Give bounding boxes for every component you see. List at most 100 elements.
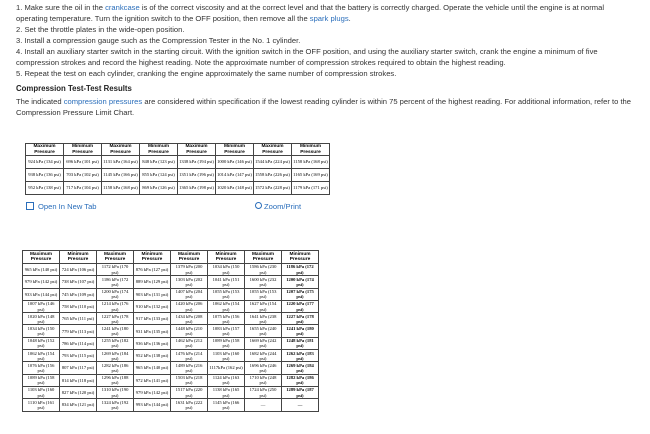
table-cell: 1034 kPa (150 psi) [207, 262, 245, 277]
table-cell: 1476 kPa (214 psi) [170, 349, 208, 363]
results-heading: Compression Test-Test Results [16, 84, 132, 93]
column-header: Minimum Pressure [63, 143, 102, 156]
column-header: Minimum Pressure [291, 143, 330, 156]
table-row: 1048 kPa (152 psi) 786 kPa (114 psi) 1255 … [22, 336, 319, 351]
table-cell: 1179 kPa (171 psi) [291, 181, 330, 195]
magnifier-icon [255, 202, 262, 209]
step-4: 4. Install an auxiliary starter switch i… [16, 47, 598, 67]
table-row: 933 kPa (144 psi) 745 kPa (109 psi) 1200 k… [22, 287, 319, 301]
table-cell: 814 kPa (118 psi) [59, 373, 97, 387]
table-cell: 1696 kPa (246 psi) [244, 361, 282, 375]
step-1-text-3: . [348, 14, 351, 23]
table-cell: 1020 kPa (148 psi) [22, 312, 60, 326]
table-cell: 1145 kPa (166 psi) [101, 168, 140, 182]
table-cell: 1124 kPa (163 psi) [207, 373, 245, 387]
column-header: Maximum Pressure [25, 143, 64, 156]
table-cell: 793 kPa (115 psi) [59, 349, 97, 363]
table-cell: 703 kPa (102 psi) [63, 168, 102, 182]
table-cell: 1324 kPa (192 psi) [96, 398, 134, 412]
table-cell: 876 kPa (127 psi) [133, 262, 171, 277]
spark-plugs-link[interactable]: spark plugs [310, 14, 349, 23]
column-header: Maximum Pressure [244, 250, 282, 264]
table-cell: 1462 kPa (212 psi) [170, 336, 208, 351]
table-cell: 1282 kPa (186 psi) [281, 373, 319, 387]
zoom-print-link[interactable]: Zoom/Print [255, 202, 301, 211]
table-cell: 724 kPa (106 psi) [59, 262, 97, 277]
table-row: 1103 kPa (160 psi) 827 kPa (120 psi) 1310 … [22, 385, 319, 400]
open-in-new-tab-link[interactable]: Open In New Tab [26, 202, 97, 211]
column-header: Maximum Pressure [22, 250, 60, 264]
table-cell: 1407 kPa (204 psi) [170, 287, 208, 301]
table-row: 1110 kPa (161 psi) 834 kPa (121 psi) 1324 … [22, 398, 319, 412]
table-cell: 1103 kPa (160 psi) [22, 385, 60, 400]
table-cell: 1269 kPa (184 psi) [281, 361, 319, 375]
compression-pressures-link[interactable]: compression pressures [64, 97, 143, 106]
column-header: Maximum Pressure [177, 143, 216, 156]
table-cell: 1000 kPa (146 psi) [215, 155, 254, 169]
procedure-steps: 1. Make sure the oil in the crankcase is… [16, 2, 636, 79]
table-cell: 938 kPa (136 psi) [25, 168, 64, 182]
table-cell: 1682 kPa (244 psi) [244, 349, 282, 363]
table-cell: 1076 kPa (156 psi) [22, 361, 60, 375]
table-cell: 1724 kPa (250 psi) [244, 385, 282, 400]
table-cell: 1669 kPa (242 psi) [244, 336, 282, 351]
table-cell: 993 kPa (144 psi) [133, 398, 171, 412]
table-cell: 1710 kPa (248 psi) [244, 373, 282, 387]
table-row: 952 kPa (138 psi) 717 kPa (104 psi) 1158 k… [25, 181, 330, 195]
column-header: Maximum Pressure [96, 250, 134, 264]
table-row: 938 kPa (136 psi) 703 kPa (102 psi) 1145 k… [25, 168, 330, 182]
external-window-icon [26, 202, 34, 210]
table-row: 1020 kPa (148 psi) 765 kPa (111 psi) 1227 … [22, 312, 319, 326]
table-row: 1076 kPa (156 psi) 807 kPa (117 psi) 1282 … [22, 361, 319, 375]
column-header: Minimum Pressure [281, 250, 319, 264]
table-cell: 1103 kPa (160 psi) [207, 349, 245, 363]
column-header: Maximum Pressure [170, 250, 208, 264]
table-cell: 779 kPa (113 psi) [59, 324, 97, 338]
table-cell: 1207 kPa (175 psi) [281, 287, 319, 301]
table-cell: 834 kPa (121 psi) [59, 398, 97, 412]
table-cell: 855 kPa (124 psi) [139, 168, 178, 182]
table-cell: 1165 kPa (169 psi) [291, 168, 330, 182]
table-cell: 1351 kPa (196 psi) [177, 168, 216, 182]
table-cell: 1558 kPa (226 psi) [253, 168, 292, 182]
column-header: Minimum Pressure [207, 250, 245, 264]
table-cell: 1262 kPa (183 psi) [281, 349, 319, 363]
step-1: 1. Make sure the oil in the crankcase is… [16, 2, 636, 24]
table-row: 1062 kPa (154 psi) 793 kPa (115 psi) 1269 … [22, 349, 319, 363]
table-cell: 936 kPa (136 psi) [133, 336, 171, 351]
column-header: Minimum Pressure [59, 250, 97, 264]
table-cell: 979 kPa (142 psi) [133, 385, 171, 400]
table-row: 924 kPa (134 psi) 696 kPa (101 psi) 1131 k… [25, 155, 330, 169]
table-cell: 1145 kPa (166 psi) [207, 398, 245, 412]
table-cell: 1420 kPa (206 psi) [170, 299, 208, 314]
table-cell: 807 kPa (117 psi) [59, 361, 97, 375]
table-cell: 1186 kPa (172 psi) [96, 275, 134, 289]
crankcase-link[interactable]: crankcase [105, 3, 140, 12]
table-cell: 1083 kPa (157 psi) [207, 324, 245, 338]
note-text: The indicated [16, 97, 64, 106]
compression-limit-table-2: Maximum Pressure Minimum Pressure Maximum … [22, 250, 319, 412]
column-header: Minimum Pressure [133, 250, 171, 264]
results-note: The indicated compression pressures are … [16, 96, 631, 118]
table-cell: 869 kPa (126 psi) [139, 181, 178, 195]
table-cell: 717 kPa (104 psi) [63, 181, 102, 195]
table-cell: 1055 kPa (153 psi) [207, 287, 245, 301]
table-cell: 917 kPa (133 psi) [133, 312, 171, 326]
table-cell: 931 kPa (135 psi) [133, 324, 171, 338]
table-cell: 1303 kPa (202 psi) [170, 275, 208, 289]
table-cell: — [281, 398, 319, 412]
table-cell: — [244, 398, 282, 412]
column-header: Minimum Pressure [139, 143, 178, 156]
step-3: 3. Install a compression gauge such as t… [16, 36, 301, 45]
table-cell: 1117kPa (162 psi) [207, 361, 245, 375]
table-cell: 965 kPa (140 psi) [133, 361, 171, 375]
table-cell: 903 kPa (131 psi) [133, 287, 171, 301]
table-cell: 827 kPa (120 psi) [59, 385, 97, 400]
table-cell: 1255 kPa (182 psi) [96, 336, 134, 351]
column-header: Maximum Pressure [253, 143, 292, 156]
table-cell: 1572 kPa (228 psi) [253, 181, 292, 195]
table-cell: 758 kPa (110 psi) [59, 299, 97, 314]
table-cell: 765 kPa (111 psi) [59, 312, 97, 326]
table-cell: 1158 kPa (168 psi) [101, 181, 140, 195]
table-cell: 1041 kPa (151 psi) [207, 275, 245, 289]
